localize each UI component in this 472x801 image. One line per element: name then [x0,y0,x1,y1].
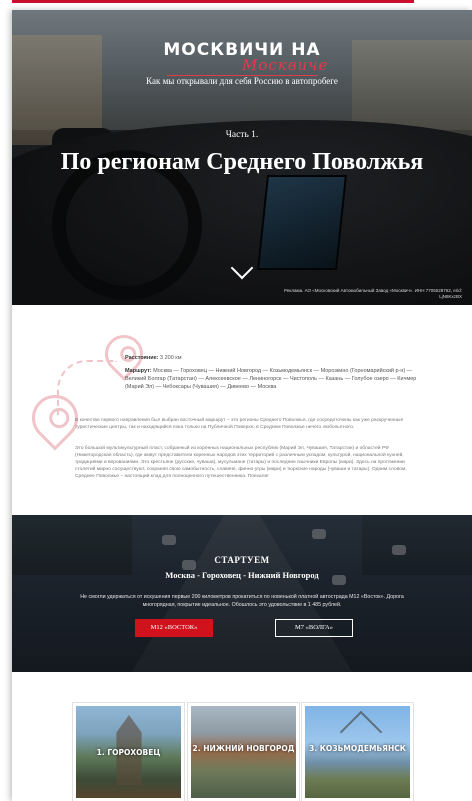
site-logo[interactable]: МОСКВИЧИ НА Москвиче [12,40,472,76]
hero-section: МОСКВИЧИ НА Москвиче Как мы открывали дл… [12,10,472,305]
route-info-section: Расстояние: 3 200 км Маршрут: Москва — Г… [12,305,472,529]
m12-vostok-button[interactable]: М12 «ВОСТОК» [135,619,213,637]
hero-part-label: Часть 1. [225,130,259,140]
logo-script-text: Москвиче [242,56,329,74]
card-label: 1. ГОРОХОВЕЦ [96,748,161,757]
stop-card-nizhny-novgorod[interactable]: 2. НИЖНИЙ НОВГОРОД [187,702,300,801]
start-route: Москва - Гороховец - Нижний Новгород [165,570,319,580]
stop-card-gorokhovets[interactable]: 1. ГОРОХОВЕЦ [72,702,185,801]
start-heading: СТАРТУЕМ [214,555,270,565]
stops-cards-section: 1. ГОРОХОВЕЦ 2. НИЖНИЙ НОВГОРОД 3. КОЗЬМ… [12,672,472,801]
route-label: Маршрут: [125,368,152,374]
card-label: 2. НИЖНИЙ НОВГОРОД [192,744,295,753]
start-section: СТАРТУЕМ Москва - Гороховец - Нижний Нов… [12,515,472,672]
route-value: Москва — Гороховец — Нижний Новгород — К… [125,368,417,390]
card-label: 3. КОЗЬМОДЕМЬЯНСК [309,744,406,753]
distance-line: Расстояние: 3 200 км [125,355,182,361]
distance-value: 3 200 км [160,355,182,361]
intro-paragraph: В качестве первого направления был выбра… [75,418,404,430]
ad-credit: Реклама. АО «Московский Автомобильный За… [284,288,462,299]
region-paragraph: Это большой мультикультурный пласт, собр… [75,446,407,479]
hero-title: По регионам Среднего Поволжья [60,149,424,175]
route-line: Маршрут: Москва — Гороховец — Нижний Нов… [125,367,425,391]
stop-card-kozmodemyansk[interactable]: 3. КОЗЬМОДЕМЬЯНСК [301,702,414,801]
start-text: Не смогли удержаться от искушения первые… [80,594,404,608]
page: МОСКВИЧИ НА Москвиче Как мы открывали дл… [12,10,472,801]
hero-subtitle: Как мы открывали для себя Россию в автоп… [146,76,338,86]
m7-volga-button[interactable]: М7 «ВОЛГА» [275,619,353,637]
top-accent-line [12,0,414,3]
distance-label: Расстояние: [125,355,159,361]
